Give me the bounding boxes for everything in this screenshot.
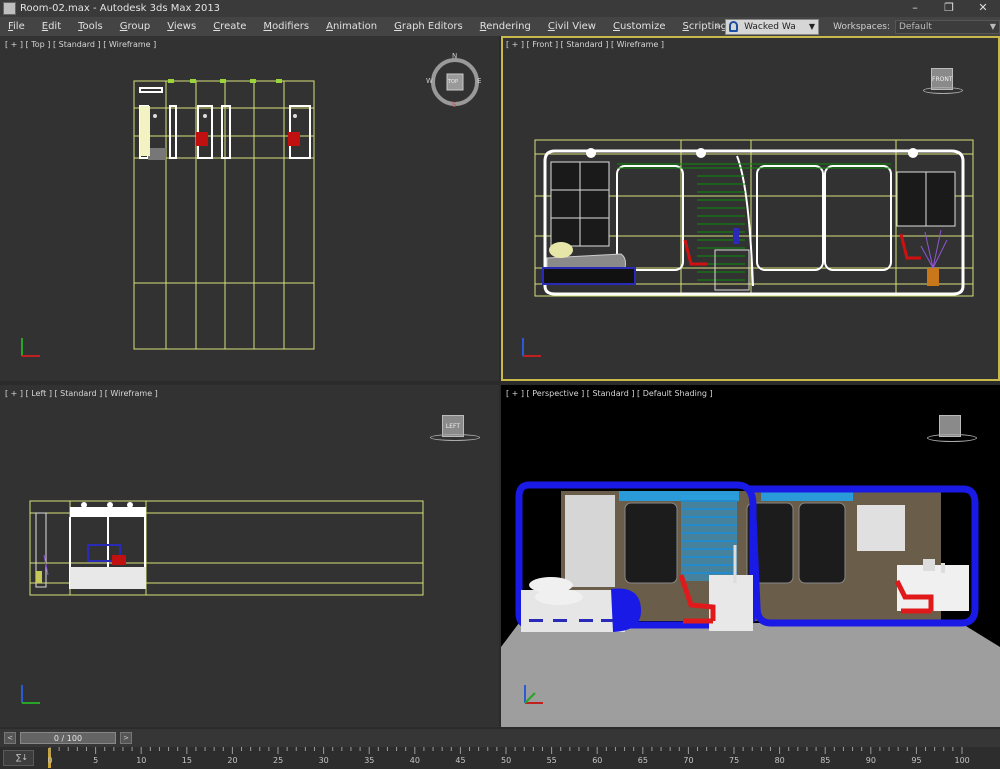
ruler-tick-label: 20 [227, 756, 238, 765]
ruler-tick-label: 90 [865, 756, 876, 765]
chevron-down-icon: ▼ [808, 22, 816, 31]
menu-create[interactable]: Create [205, 21, 255, 32]
compass-north: N [452, 52, 458, 60]
app-icon[interactable] [3, 2, 16, 15]
time-slider-bar: < 0 / 100 > [0, 729, 1000, 747]
viewcube-face-label: TOP [448, 79, 459, 85]
menu-rendering[interactable]: Rendering [472, 21, 540, 32]
menu-tools[interactable]: Tools [70, 21, 112, 32]
ruler-tick-label: 10 [136, 756, 147, 765]
ruler-tick-label: 25 [273, 756, 284, 765]
ruler-tick-label: 5 [93, 756, 99, 765]
viewport-left[interactable]: [ + ] [ Left ] [ Standard ] [ Wireframe … [0, 385, 499, 727]
viewport-top[interactable]: [ + ] [ Top ] [ Standard ] [ Wireframe ] [0, 36, 499, 381]
ruler-tick-label: 75 [729, 756, 740, 765]
track-bar[interactable]: ∑↓ 0 5 10 15 20 25 30 35 40 45 50 55 60 65 70 75 80 85 90 9… [0, 747, 1000, 769]
axis-tripod-icon [21, 685, 40, 704]
menu-group[interactable]: Group [112, 21, 159, 32]
ruler-tick-label: 50 [501, 756, 512, 765]
ruler-tick-label: 40 [409, 756, 420, 765]
account-dropdown[interactable]: Wacked Wa ▼ [725, 18, 820, 35]
menu-overflow-chevrons[interactable]: » [716, 22, 722, 32]
viewport-front[interactable]: [ + ] [ Front ] [ Standard ] [ Wireframe… [501, 36, 1000, 381]
ruler-tick-label: 65 [637, 756, 648, 765]
ruler-tick-label: 95 [911, 756, 922, 765]
menu-edit[interactable]: Edit [34, 21, 70, 32]
top-wireframe-scene [133, 79, 315, 350]
workspace-value: Default [899, 21, 932, 32]
account-workspace-area: » Wacked Wa ▼ Workspaces: Default ▼ [716, 17, 1000, 36]
window-controls: – ❐ ✕ [898, 0, 1000, 17]
viewcube[interactable] [923, 415, 979, 451]
ruler-tick-label: 60 [592, 756, 603, 765]
viewcube[interactable]: FRONT [921, 68, 967, 98]
close-button[interactable]: ✕ [966, 0, 1000, 17]
menu-animation[interactable]: Animation [318, 21, 386, 32]
account-username: Wacked Wa [744, 21, 796, 32]
ruler-tick-label: 0 [47, 756, 53, 765]
menu-modifiers[interactable]: Modifiers [255, 21, 318, 32]
menu-civil-view[interactable]: Civil View [540, 21, 605, 32]
window-title: Room-02.max - Autodesk 3ds Max 2013 [20, 3, 221, 14]
next-frame-button[interactable]: > [120, 732, 132, 744]
compass-west: W [426, 77, 433, 85]
viewport-label[interactable]: [ + ] [ Top ] [ Standard ] [ Wireframe ] [5, 40, 156, 49]
axis-tripod-icon [522, 338, 541, 357]
workspace-select[interactable]: Default ▼ [895, 19, 1000, 34]
viewport-label[interactable]: [ + ] [ Perspective ] [ Standard ] [ Def… [506, 389, 713, 398]
menu-file[interactable]: File [0, 21, 34, 32]
viewport-label[interactable]: [ + ] [ Left ] [ Standard ] [ Wireframe … [5, 389, 158, 398]
ruler-tick-label: 15 [181, 756, 192, 765]
left-wireframe-scene [29, 500, 424, 596]
ruler-tick-label: 70 [683, 756, 694, 765]
ruler-tick-label: 80 [774, 756, 785, 765]
viewcube[interactable]: LEFT [426, 415, 482, 445]
user-icon [729, 21, 739, 32]
viewcube-ring-icon [923, 87, 963, 94]
ruler-tick-label: 30 [318, 756, 329, 765]
workspaces-label: Workspaces: [833, 21, 890, 32]
ruler-ticks [49, 747, 963, 754]
chevron-down-icon: ▼ [989, 22, 996, 31]
minimize-button[interactable]: – [898, 0, 932, 17]
viewcube-ring-icon [927, 434, 977, 442]
axis-tripod-icon [21, 338, 40, 357]
viewport-perspective[interactable]: [ + ] [ Perspective ] [ Standard ] [ Def… [501, 385, 1000, 727]
prev-frame-button[interactable]: < [4, 732, 16, 744]
compass-south: S [452, 101, 457, 109]
viewport-label[interactable]: [ + ] [ Front ] [ Standard ] [ Wireframe… [506, 40, 664, 49]
menu-graph-editors[interactable]: Graph Editors [386, 21, 472, 32]
ruler-tick-label: 100 [954, 756, 970, 765]
ruler-tick-label: 85 [820, 756, 831, 765]
menu-customize[interactable]: Customize [605, 21, 675, 32]
title-bar: Room-02.max - Autodesk 3ds Max 2013 – ❐ … [0, 0, 1000, 17]
ruler-tick-label: 35 [364, 756, 375, 765]
ruler-tick-label: 45 [455, 756, 466, 765]
menu-views[interactable]: Views [159, 21, 205, 32]
viewcube-compass[interactable]: N S E W TOP [426, 52, 483, 110]
compass-east: E [477, 77, 482, 85]
axis-tripod-icon [524, 685, 543, 704]
ruler-tick-label: 55 [546, 756, 557, 765]
time-slider[interactable]: 0 / 100 [20, 732, 116, 744]
maximize-button[interactable]: ❐ [932, 0, 966, 17]
viewcube-ring-icon [430, 434, 480, 441]
